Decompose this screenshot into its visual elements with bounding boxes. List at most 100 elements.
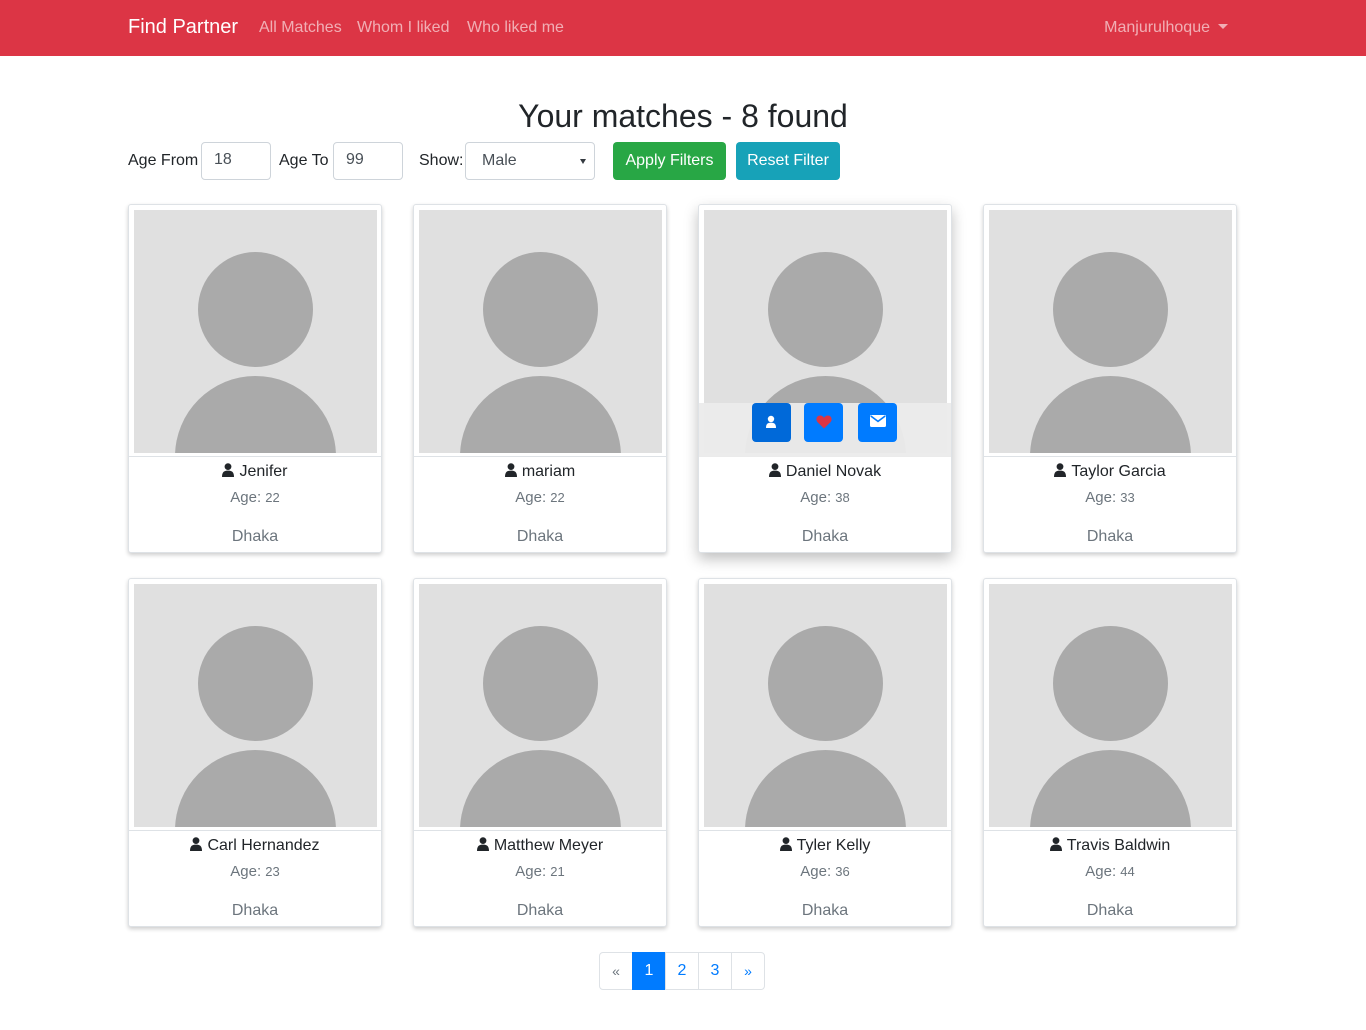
navbar: Find Partner All Matches Whom I liked Wh… <box>0 0 1366 56</box>
user-icon <box>1054 463 1067 477</box>
brand-link[interactable]: Find Partner <box>128 16 238 39</box>
profile-photo[interactable] <box>134 210 377 453</box>
match-city: Dhaka <box>1086 902 1134 919</box>
message-button[interactable] <box>858 403 897 442</box>
nav-all-matches[interactable]: All Matches <box>259 19 342 37</box>
match-name-row: mariam <box>414 463 666 481</box>
match-age: 33 <box>1120 490 1135 505</box>
nav-who-liked-me[interactable]: Who liked me <box>467 19 564 37</box>
match-card[interactable]: Tyler Kelly Age: 36 Dhaka <box>698 578 952 927</box>
match-card[interactable]: Jenifer Age: 22 Dhaka <box>128 204 382 553</box>
match-age: 23 <box>265 864 280 879</box>
divider <box>414 830 666 831</box>
match-name[interactable]: mariam <box>522 463 575 480</box>
divider <box>129 456 381 457</box>
match-city: Dhaka <box>1086 528 1134 545</box>
page-3[interactable]: 3 <box>698 952 732 990</box>
match-age-row: Age: 21 <box>414 863 666 880</box>
match-card[interactable]: Daniel Novak Age: 38 Dhaka <box>698 204 952 553</box>
match-age: 44 <box>1120 864 1135 879</box>
show-label: Show: <box>419 152 464 169</box>
age-label: Age: <box>800 489 832 506</box>
chevron-down-icon <box>1218 24 1228 29</box>
like-button[interactable] <box>804 403 843 442</box>
avatar-head-placeholder <box>198 626 313 741</box>
match-city: Dhaka <box>516 902 564 919</box>
profile-photo[interactable] <box>419 584 662 827</box>
avatar-head-placeholder <box>768 252 883 367</box>
avatar-body-placeholder <box>460 750 621 827</box>
nav-whom-i-liked[interactable]: Whom I liked <box>357 19 449 37</box>
match-age-row: Age: 36 <box>699 863 951 880</box>
apply-filters-button[interactable]: Apply Filters <box>613 142 726 180</box>
reset-filter-button[interactable]: Reset Filter <box>736 142 840 180</box>
match-card[interactable]: Matthew Meyer Age: 21 Dhaka <box>413 578 667 927</box>
age-label: Age: <box>230 863 262 880</box>
match-city: Dhaka <box>801 528 849 545</box>
profile-photo[interactable] <box>704 584 947 827</box>
match-name[interactable]: Tyler Kelly <box>797 837 871 854</box>
avatar-head-placeholder <box>1053 626 1168 741</box>
match-card[interactable]: Travis Baldwin Age: 44 Dhaka <box>983 578 1237 927</box>
match-age: 22 <box>265 490 280 505</box>
page-2[interactable]: 2 <box>665 952 699 990</box>
match-age-row: Age: 22 <box>414 489 666 506</box>
age-to-input[interactable]: 99 <box>333 142 403 180</box>
match-name-row: Tyler Kelly <box>699 837 951 855</box>
match-name[interactable]: Jenifer <box>239 463 287 480</box>
gender-select-value: Male <box>482 152 517 169</box>
avatar-head-placeholder <box>768 626 883 741</box>
match-name[interactable]: Taylor Garcia <box>1071 463 1165 480</box>
match-name[interactable]: Daniel Novak <box>786 463 881 480</box>
age-label: Age: <box>515 489 547 506</box>
profile-photo[interactable] <box>989 210 1232 453</box>
match-name-row: Carl Hernandez <box>129 837 381 855</box>
page-next[interactable]: » <box>731 952 765 990</box>
match-card[interactable]: mariam Age: 22 Dhaka <box>413 204 667 553</box>
match-name[interactable]: Matthew Meyer <box>494 837 603 854</box>
match-city: Dhaka <box>231 902 279 919</box>
match-name-row: Taylor Garcia <box>984 463 1236 481</box>
match-age-row: Age: 44 <box>984 863 1236 880</box>
user-menu-dropdown[interactable]: Manjurulhoque <box>1104 19 1228 37</box>
user-icon <box>1049 837 1062 851</box>
avatar-head-placeholder <box>483 252 598 367</box>
card-action-bar <box>699 403 951 457</box>
user-icon <box>504 463 517 477</box>
match-age-row: Age: 33 <box>984 489 1236 506</box>
avatar-body-placeholder <box>175 750 336 827</box>
match-card[interactable]: Carl Hernandez Age: 23 Dhaka <box>128 578 382 927</box>
view-profile-button[interactable] <box>752 403 791 442</box>
match-name-row: Jenifer <box>129 463 381 481</box>
match-city: Dhaka <box>801 902 849 919</box>
match-name-row: Travis Baldwin <box>984 837 1236 855</box>
age-label: Age: <box>1085 863 1117 880</box>
profile-photo[interactable] <box>419 210 662 453</box>
gender-select[interactable]: Male <box>465 142 595 180</box>
select-arrow-icon <box>580 159 586 164</box>
divider <box>699 830 951 831</box>
pagination: « 1 2 3 » <box>599 952 765 990</box>
user-icon <box>190 837 203 851</box>
profile-photo[interactable] <box>989 584 1232 827</box>
age-to-label: Age To <box>279 152 329 169</box>
match-name[interactable]: Carl Hernandez <box>207 837 319 854</box>
age-label: Age: <box>800 863 832 880</box>
match-age-row: Age: 23 <box>129 863 381 880</box>
match-age: 38 <box>835 490 850 505</box>
match-card[interactable]: Taylor Garcia Age: 33 Dhaka <box>983 204 1237 553</box>
age-from-input[interactable]: 18 <box>201 142 271 180</box>
page-prev[interactable]: « <box>599 952 633 990</box>
page-1[interactable]: 1 <box>632 952 666 990</box>
avatar-head-placeholder <box>483 626 598 741</box>
avatar-head-placeholder <box>198 252 313 367</box>
profile-photo[interactable] <box>134 584 377 827</box>
match-age-row: Age: 22 <box>129 489 381 506</box>
user-icon <box>476 837 489 851</box>
age-label: Age: <box>1085 489 1117 506</box>
divider <box>984 456 1236 457</box>
match-age: 22 <box>550 490 565 505</box>
match-name[interactable]: Travis Baldwin <box>1067 837 1170 854</box>
match-city: Dhaka <box>516 528 564 545</box>
page-title: Your matches - 8 found <box>518 98 848 134</box>
